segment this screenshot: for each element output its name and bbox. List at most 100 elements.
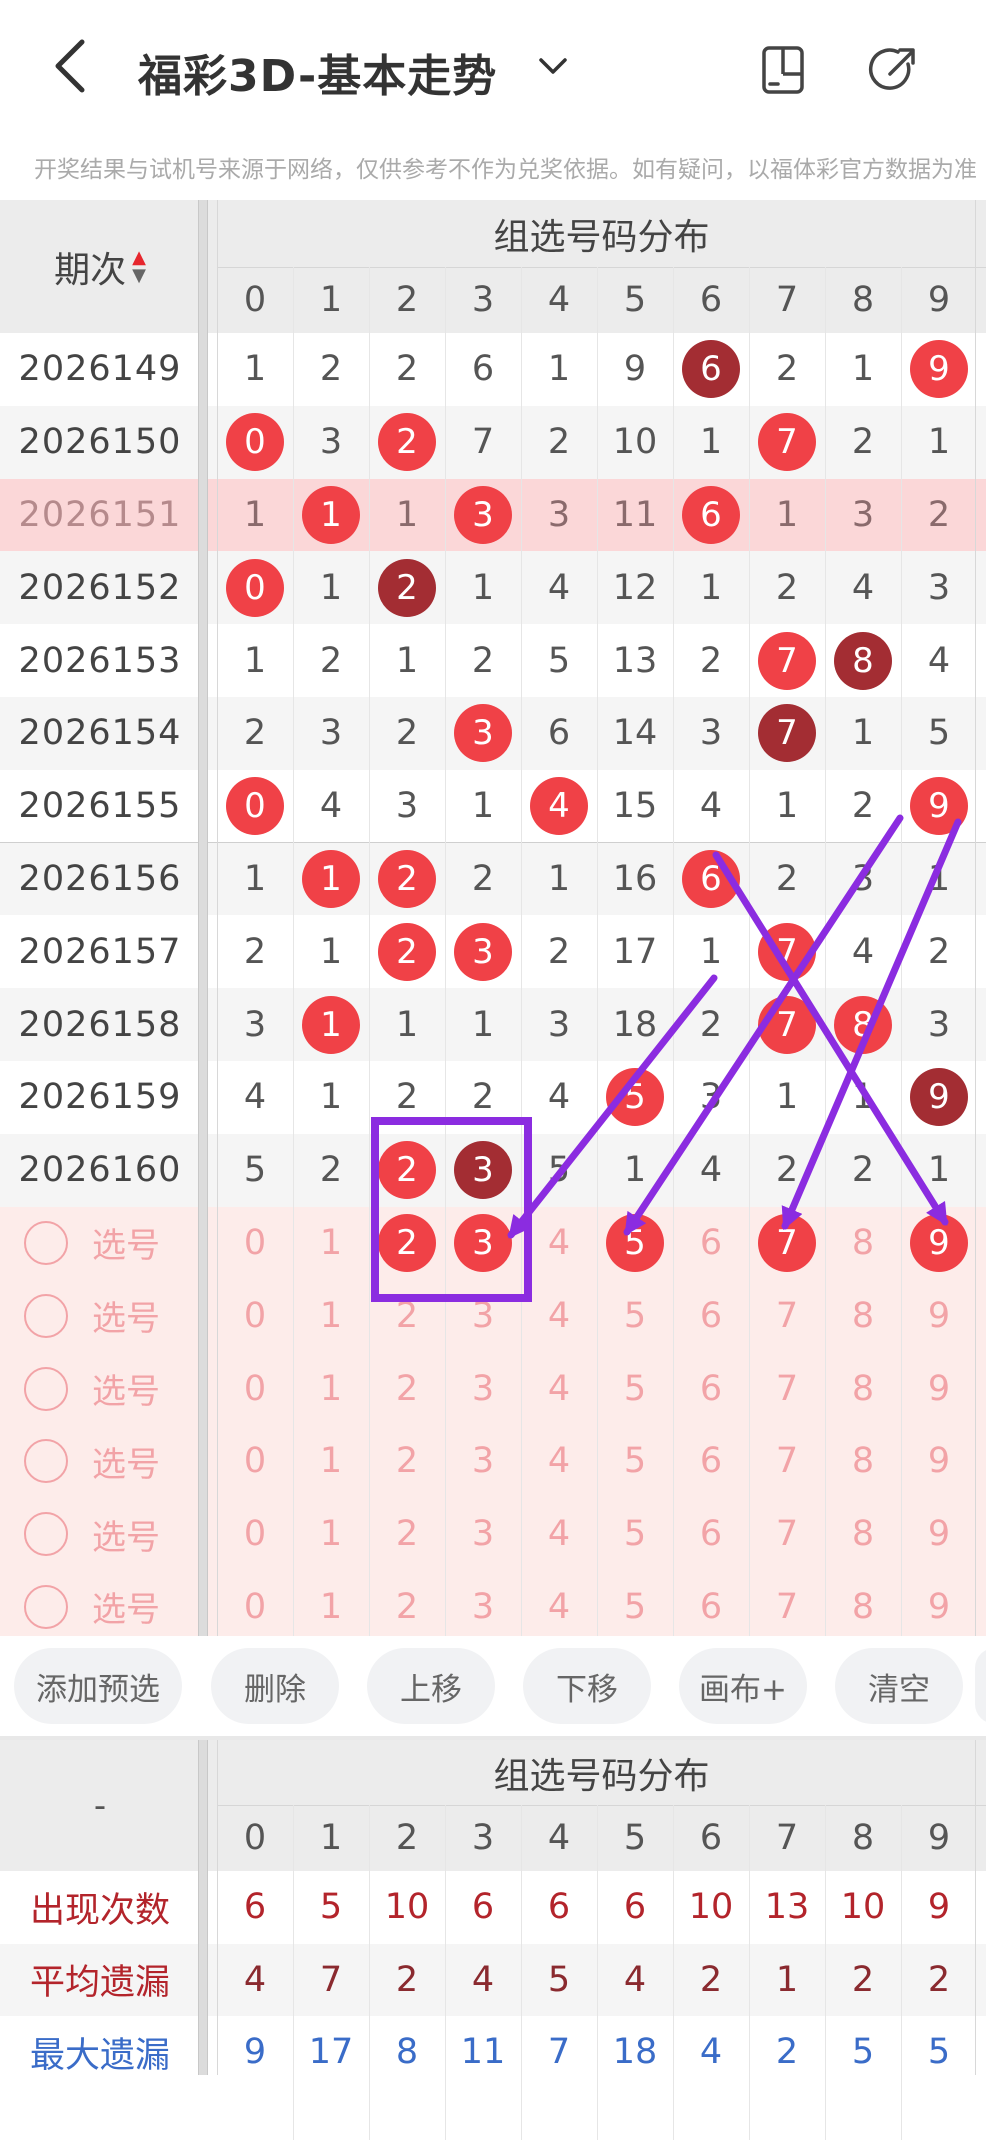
select-digit[interactable]: 8 (825, 1571, 901, 1644)
table-row[interactable]: 2026149 1 2 2 6 1 9 6 2 1 9 (0, 333, 986, 406)
select-digit[interactable]: 9 (901, 1571, 977, 1644)
select-digit[interactable]: 5 (597, 1571, 673, 1644)
select-digit[interactable]: 3 (445, 1279, 521, 1352)
select-digit[interactable]: 4 (521, 1352, 597, 1425)
select-digit[interactable]: 6 (673, 1352, 749, 1425)
select-digit[interactable]: 7 (749, 1571, 825, 1644)
select-toggle[interactable]: 选号 (24, 1207, 160, 1280)
device-icon[interactable] (758, 44, 808, 96)
selected-number-ball[interactable]: 7 (758, 1213, 816, 1272)
circle-select-icon[interactable] (24, 1584, 68, 1629)
select-digit[interactable]: 4 (521, 1279, 597, 1352)
select-digit[interactable]: 5 (597, 1425, 673, 1498)
period-header[interactable]: 期次 ▲ ▼ (0, 200, 200, 333)
select-digit[interactable]: 2 (369, 1498, 445, 1571)
select-digit[interactable]: 0 (217, 1498, 293, 1571)
select-digit[interactable]: 6 (673, 1498, 749, 1571)
select-digit[interactable]: 6 (673, 1571, 749, 1644)
table-row[interactable]: 2026154 2 3 2 3 6 14 3 7 1 5 (0, 697, 986, 770)
more-button-partial[interactable] (975, 1648, 986, 1724)
select-digit[interactable]: 1 (293, 1498, 369, 1571)
select-digit[interactable]: 7 (749, 1279, 825, 1352)
select-digit[interactable]: 1 (293, 1279, 369, 1352)
select-digit[interactable]: 9 (901, 1207, 977, 1280)
share-icon[interactable] (868, 44, 920, 96)
select-digit[interactable]: 7 (749, 1498, 825, 1571)
select-digit[interactable]: 8 (825, 1279, 901, 1352)
select-digit[interactable]: 7 (749, 1425, 825, 1498)
select-digit[interactable]: 8 (825, 1498, 901, 1571)
table-row[interactable]: 2026152 0 1 2 1 4 12 1 2 4 3 (0, 551, 986, 625)
circle-select-icon[interactable] (24, 1366, 68, 1411)
select-digit[interactable]: 3 (445, 1207, 521, 1280)
select-digit[interactable]: 2 (369, 1352, 445, 1425)
select-row[interactable]: 选号 0 1 2 3 4 5 6 7 8 9 (0, 1425, 986, 1498)
select-digit[interactable]: 6 (673, 1425, 749, 1498)
select-digit[interactable]: 0 (217, 1425, 293, 1498)
select-digit[interactable]: 4 (521, 1571, 597, 1644)
select-row[interactable]: 选号 0 1 2 3 4 5 6 7 8 9 (0, 1352, 986, 1425)
table-row[interactable]: 2026157 2 1 2 3 2 17 1 7 4 2 (0, 915, 986, 989)
selected-number-ball[interactable]: 2 (378, 1213, 436, 1272)
select-digit[interactable]: 5 (597, 1207, 673, 1280)
select-digit[interactable]: 9 (901, 1425, 977, 1498)
select-digit[interactable]: 9 (901, 1352, 977, 1425)
select-digit[interactable]: 4 (521, 1207, 597, 1280)
select-row[interactable]: 选号 0 1 2 3 4 5 6 7 8 9 (0, 1206, 986, 1280)
table-row[interactable]: 2026156 1 1 2 2 1 16 6 2 3 1 (0, 842, 986, 916)
select-digit[interactable]: 4 (521, 1498, 597, 1571)
table-row[interactable]: 2026151 1 1 1 3 3 11 6 1 3 2 (0, 478, 986, 552)
select-digit[interactable]: 3 (445, 1352, 521, 1425)
circle-select-icon[interactable] (24, 1512, 68, 1557)
select-row[interactable]: 选号 0 1 2 3 4 5 6 7 8 9 (0, 1497, 986, 1571)
select-digit[interactable]: 1 (293, 1207, 369, 1280)
select-digit[interactable]: 2 (369, 1279, 445, 1352)
circle-select-icon[interactable] (24, 1439, 68, 1484)
chevron-down-icon[interactable] (535, 52, 571, 82)
selected-number-ball[interactable]: 9 (910, 1213, 968, 1272)
circle-select-icon[interactable] (24, 1293, 68, 1338)
select-toggle[interactable]: 选号 (24, 1498, 160, 1571)
select-digit[interactable]: 3 (445, 1425, 521, 1498)
select-row[interactable]: 选号 0 1 2 3 4 5 6 7 8 9 (0, 1570, 986, 1644)
select-digit[interactable]: 1 (293, 1352, 369, 1425)
table-row[interactable]: 2026153 1 2 1 2 5 13 2 7 8 4 (0, 624, 986, 697)
sort-arrows-icon[interactable]: ▲ ▼ (132, 248, 146, 285)
select-digit[interactable]: 0 (217, 1207, 293, 1280)
select-digit[interactable]: 9 (901, 1279, 977, 1352)
circle-select-icon[interactable] (24, 1220, 68, 1265)
select-toggle[interactable]: 选号 (24, 1571, 160, 1644)
action-button[interactable]: 添加预选 (14, 1648, 182, 1724)
action-button[interactable]: 画布+ (679, 1648, 807, 1724)
table-row[interactable]: 2026158 3 1 1 1 3 18 2 7 8 3 (0, 988, 986, 1061)
back-arrow-icon[interactable] (48, 38, 92, 94)
select-digit[interactable]: 4 (521, 1425, 597, 1498)
select-digit[interactable]: 7 (749, 1207, 825, 1280)
select-digit[interactable]: 3 (445, 1498, 521, 1571)
select-toggle[interactable]: 选号 (24, 1425, 160, 1498)
selected-number-ball[interactable]: 5 (606, 1213, 664, 1272)
select-digit[interactable]: 1 (293, 1571, 369, 1644)
table-row[interactable]: 2026150 0 3 2 7 2 10 1 7 2 1 (0, 405, 986, 479)
select-digit[interactable]: 5 (597, 1279, 673, 1352)
action-button[interactable]: 上移 (367, 1648, 495, 1724)
action-button[interactable]: 删除 (211, 1648, 339, 1724)
select-digit[interactable]: 8 (825, 1352, 901, 1425)
action-button[interactable]: 下移 (523, 1648, 651, 1724)
select-row[interactable]: 选号 0 1 2 3 4 5 6 7 8 9 (0, 1279, 986, 1353)
select-digit[interactable]: 2 (369, 1571, 445, 1644)
select-digit[interactable]: 8 (825, 1207, 901, 1280)
select-digit[interactable]: 1 (293, 1425, 369, 1498)
select-digit[interactable]: 9 (901, 1498, 977, 1571)
select-toggle[interactable]: 选号 (24, 1352, 160, 1425)
select-digit[interactable]: 0 (217, 1352, 293, 1425)
select-digit[interactable]: 6 (673, 1279, 749, 1352)
select-digit[interactable]: 2 (369, 1425, 445, 1498)
select-digit[interactable]: 6 (673, 1207, 749, 1280)
select-digit[interactable]: 0 (217, 1571, 293, 1644)
select-digit[interactable]: 7 (749, 1352, 825, 1425)
selected-number-ball[interactable]: 3 (454, 1213, 512, 1272)
action-button[interactable]: 清空 (835, 1648, 963, 1724)
table-row[interactable]: 2026160 5 2 2 3 5 1 4 2 2 1 (0, 1133, 986, 1207)
select-digit[interactable]: 0 (217, 1279, 293, 1352)
